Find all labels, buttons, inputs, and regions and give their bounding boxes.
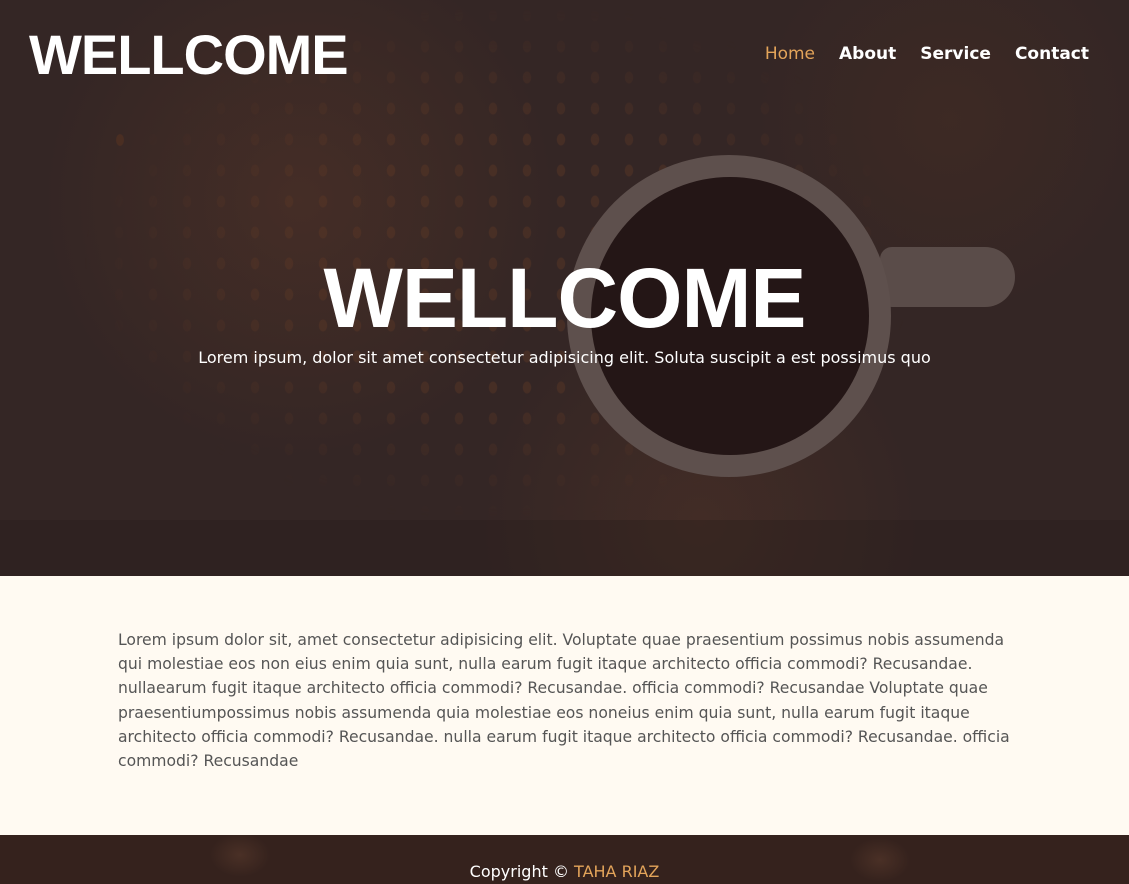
logo[interactable]: WELLCOME — [29, 22, 349, 87]
nav-service[interactable]: Service — [920, 44, 991, 64]
footer: Copyright © TAHA RIAZ — [0, 835, 1129, 884]
hero-title: WELLCOME — [323, 251, 807, 345]
nav-contact[interactable]: Contact — [1015, 44, 1089, 64]
hero-subtitle: Lorem ipsum, dolor sit amet consectetur … — [198, 348, 931, 367]
nav-about[interactable]: About — [839, 44, 896, 64]
content-paragraph: Lorem ipsum dolor sit, amet consectetur … — [118, 631, 1010, 771]
main-nav: Home About Service Contact — [765, 44, 1089, 64]
content-section: Lorem ipsum dolor sit, amet consectetur … — [0, 576, 1129, 835]
hero-section: WELLCOME Home About Service Contact WELL… — [0, 0, 1129, 576]
author-name: TAHA RIAZ — [574, 862, 660, 881]
nav-home[interactable]: Home — [765, 44, 815, 64]
copyright-text: Copyright © — [469, 862, 575, 881]
